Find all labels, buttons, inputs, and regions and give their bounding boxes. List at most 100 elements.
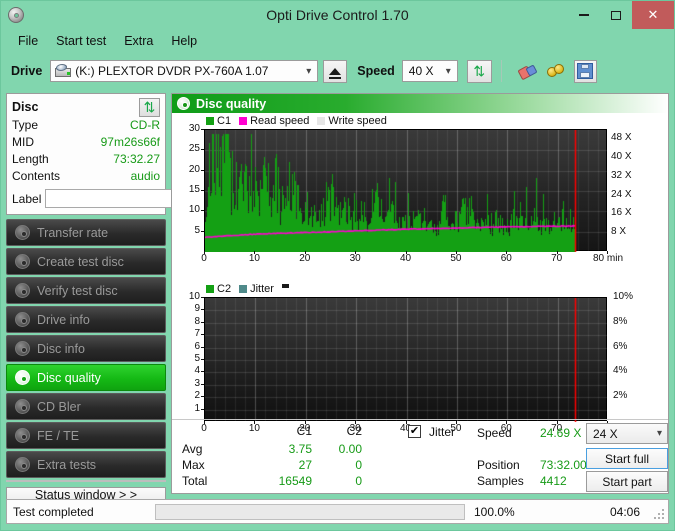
elapsed-time: 04:06 — [609, 504, 640, 519]
test-speed-select[interactable]: 24 X ▾ — [586, 423, 668, 444]
sidebar-item-disc-quality[interactable]: Disc quality — [6, 364, 166, 391]
legend-swatch-write-speed — [317, 117, 326, 125]
progress-bar — [155, 503, 465, 520]
erase-disc-button[interactable] — [515, 60, 540, 83]
sidebar-item-label: Disc quality — [37, 370, 101, 385]
c2-plot-area[interactable] — [204, 297, 608, 422]
right-y-tick-label: 32 X — [611, 169, 632, 181]
x-tick-mark — [607, 251, 608, 254]
drive-label: Drive — [11, 64, 43, 78]
disc-row-key: MID — [12, 135, 34, 149]
disc-row-contents: Contents audio — [12, 168, 160, 185]
legend-label-c2: C2 — [217, 283, 232, 295]
menu-bar: File Start test Extra Help — [1, 29, 674, 52]
legend-swatch-c2 — [206, 285, 214, 293]
chart-top-legend: C1 Read speed Write speed — [206, 115, 392, 127]
maximize-button[interactable] — [600, 1, 632, 29]
sidebar-item-extra-tests[interactable]: Extra tests — [6, 451, 166, 478]
legend-label-jitter: Jitter — [250, 283, 274, 295]
sidebar-item-fe-te[interactable]: FE / TE — [6, 422, 166, 449]
start-full-button[interactable]: Start full — [586, 448, 668, 469]
disc-icon — [15, 457, 30, 472]
speed-label: Speed — [357, 64, 395, 78]
menu-item-file[interactable]: File — [9, 32, 47, 50]
disc-quality-icon — [177, 97, 190, 110]
disc-refresh-button[interactable]: ⇅ — [139, 97, 160, 117]
donate-button[interactable] — [544, 60, 569, 83]
y-tick-mark — [201, 346, 204, 348]
legend-label-read-speed: Read speed — [250, 115, 310, 127]
x-tick-mark — [556, 251, 558, 254]
legend-swatch-jitter — [239, 285, 248, 293]
right-y-tick-label: 8 X — [611, 226, 627, 238]
sidebar-item-transfer-rate[interactable]: Transfer rate — [6, 219, 166, 246]
status-bar: Test completed 100.0% 04:06 — [1, 494, 674, 530]
legend-swatch-c1 — [206, 117, 214, 125]
menu-item-help[interactable]: Help — [162, 32, 206, 50]
minimize-icon — [579, 14, 589, 16]
sidebar-spacer — [6, 480, 166, 482]
disc-icon — [15, 399, 30, 414]
x-tick-label: 50 — [450, 253, 462, 264]
stats-total-c2: 0 — [355, 474, 362, 488]
jitter-checkbox-label[interactable]: Jitter — [429, 425, 455, 439]
optical-drive-icon — [55, 64, 72, 78]
sidebar-item-disc-info[interactable]: Disc info — [6, 335, 166, 362]
c1-plot-area[interactable] — [204, 129, 608, 252]
y-tick-mark — [201, 297, 204, 298]
y-tick-mark — [201, 383, 204, 385]
checkmark-icon: ✔ — [409, 425, 420, 437]
resize-grip[interactable] — [650, 505, 664, 519]
drive-select[interactable]: (K:) PLEXTOR DVDR PX-760A 1.07 ▾ — [50, 60, 319, 82]
y-tick-label: 10 — [188, 291, 200, 302]
jitter-checkbox[interactable]: ✔ — [408, 425, 421, 438]
start-part-button-label: Start part — [602, 474, 652, 489]
x-tick-label: 40 — [399, 253, 412, 264]
speed-select[interactable]: 40 X ▾ — [401, 60, 458, 82]
c1-errors-chart[interactable]: C1 Read speed Write speed 5 10 15 20 25 30 8 … — [172, 113, 668, 283]
sidebar-item-drive-info[interactable]: Drive info — [6, 306, 166, 333]
sidebar-item-create-test-disc[interactable]: Create test disc — [6, 248, 166, 275]
x-tick-label: 30 — [349, 253, 361, 264]
right-y-tick-label: 48 X — [611, 132, 632, 144]
stats-row-label-max: Max — [182, 458, 205, 472]
disc-row-length: Length 73:32.27 — [12, 151, 160, 168]
save-button[interactable] — [573, 59, 597, 83]
disc-row-value: 97m26s66f — [100, 135, 160, 149]
y-tick-mark — [201, 408, 204, 410]
content-panel: Disc quality C1 Read speed Write speed 5… — [171, 93, 669, 494]
main-body: Disc ⇅ Type CD-R MID 97m26s66f Length 73… — [1, 90, 674, 503]
progress-percent: 100.0% — [474, 504, 515, 519]
y-tick-label: 20 — [188, 163, 200, 175]
legend-label-write-speed: Write speed — [328, 115, 387, 127]
left-sidebar: Disc ⇅ Type CD-R MID 97m26s66f Length 73… — [1, 90, 249, 503]
eraser-icon — [517, 62, 538, 80]
close-button[interactable]: ✕ — [632, 1, 674, 29]
y-tick-label: 2 — [194, 390, 200, 402]
x-tick-label: 10 — [248, 253, 260, 264]
sidebar-item-verify-test-disc[interactable]: Verify test disc — [6, 277, 166, 304]
start-part-button[interactable]: Start part — [586, 471, 668, 492]
chart-bottom-marker — [281, 283, 289, 288]
page-title: Disc quality — [196, 96, 267, 111]
info-value-speed: 24.69 X — [540, 426, 582, 440]
menu-item-start-test[interactable]: Start test — [47, 32, 115, 50]
disc-icon — [15, 370, 30, 385]
sidebar-item-label: Drive info — [37, 312, 90, 327]
stats-header-c1: C1 — [296, 424, 312, 438]
minimize-button[interactable] — [568, 1, 600, 29]
x-tick-mark — [254, 251, 256, 254]
refresh-icon: ⇅ — [473, 63, 486, 79]
menu-item-extra[interactable]: Extra — [115, 32, 162, 50]
right-y-tick-label: 4% — [613, 365, 628, 377]
eject-button[interactable] — [323, 59, 348, 83]
sidebar-item-cd-bler[interactable]: CD Bler — [6, 393, 166, 420]
refresh-button[interactable]: ⇅ — [466, 59, 492, 83]
right-y-tick-label: 16 X — [611, 207, 632, 219]
disc-icon — [15, 254, 30, 269]
y-tick-mark — [201, 149, 204, 151]
stats-avg-c2: 0.00 — [338, 442, 362, 456]
y-tick-mark — [201, 321, 204, 323]
y-tick-label: 15 — [188, 184, 200, 195]
y-tick-label: 4 — [194, 365, 200, 377]
